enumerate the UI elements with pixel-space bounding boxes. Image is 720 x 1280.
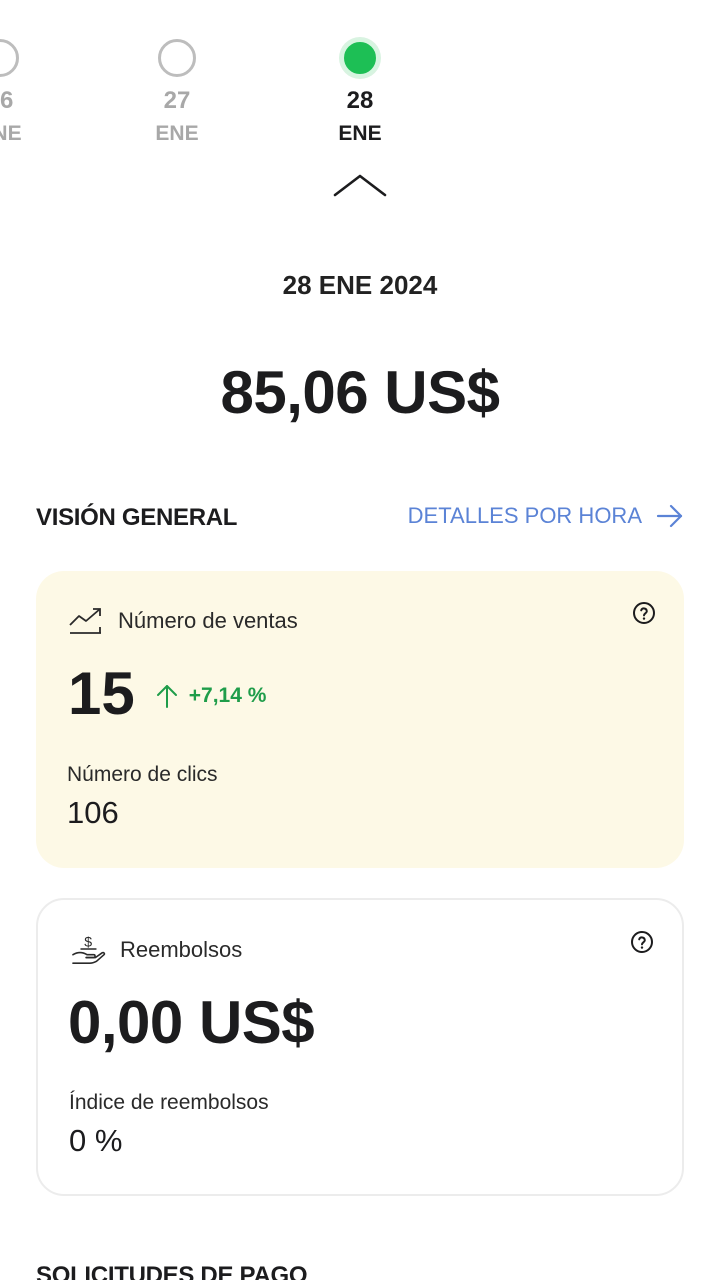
day-indicator-active-icon	[341, 39, 379, 77]
arrow-right-icon	[656, 504, 683, 528]
total-amount: 85,06 US$	[220, 359, 500, 426]
clicks-value: 106	[67, 795, 119, 830]
day-number: 27	[163, 87, 191, 114]
help-icon[interactable]	[630, 930, 654, 954]
day-number: 28	[346, 87, 374, 114]
refunds-card-label: Reembolsos	[120, 937, 243, 962]
day-item[interactable]: 26 ENE	[0, 39, 60, 147]
sales-card-label: Número de ventas	[118, 608, 298, 633]
hand-dollar-icon: $	[72, 934, 106, 964]
arrow-up-icon	[156, 685, 177, 708]
sales-value-row: 15 +7,14 %	[68, 659, 266, 729]
overview-header: VISIÓN GENERAL DETALLES POR HORA	[36, 500, 684, 536]
svg-text:$: $	[84, 934, 92, 949]
hourly-details-link[interactable]: DETALLES POR HORA	[408, 502, 684, 530]
refund-rate-value: 0 %	[69, 1123, 123, 1158]
day-number: 26	[0, 87, 14, 114]
sales-count: 15	[68, 660, 135, 727]
day-indicator-icon	[0, 39, 19, 77]
sales-trend-value: +7,14 %	[188, 684, 267, 707]
day-item-selected[interactable]: 28 ENE	[300, 39, 420, 147]
refund-rate-label: Índice de reembolsos	[69, 1091, 269, 1114]
sales-card-header: Número de ventas	[68, 605, 298, 637]
day-indicator-icon	[158, 39, 196, 77]
day-item[interactable]: 27 ENE	[117, 39, 237, 147]
refunds-card-header: $ Reembolsos	[70, 934, 242, 966]
help-icon[interactable]	[632, 601, 656, 625]
day-month: ENE	[0, 122, 22, 145]
selected-date: 28 ENE 2024	[282, 270, 438, 300]
trend-chart-icon	[69, 608, 101, 634]
refunds-amount: 0,00 US$	[68, 989, 315, 1056]
hourly-details-label: DETALLES POR HORA	[407, 503, 642, 528]
date-strip: 26 ENE 27 ENE 28 ENE	[0, 0, 720, 210]
sales-trend: +7,14 %	[155, 683, 267, 709]
payout-requests-title: SOLICITUDES DE PAGO	[36, 1262, 308, 1280]
clicks-label: Número de clics	[67, 763, 218, 786]
sales-card: Número de ventas 15 +7,14 % Número de cl…	[36, 571, 684, 868]
chevron-up-icon[interactable]	[333, 172, 387, 198]
overview-title: VISIÓN GENERAL	[36, 504, 238, 531]
refunds-card: $ Reembolsos 0,00 US$ Índice de reembols…	[36, 898, 684, 1196]
day-month: ENE	[338, 122, 382, 145]
day-month: ENE	[155, 122, 199, 145]
